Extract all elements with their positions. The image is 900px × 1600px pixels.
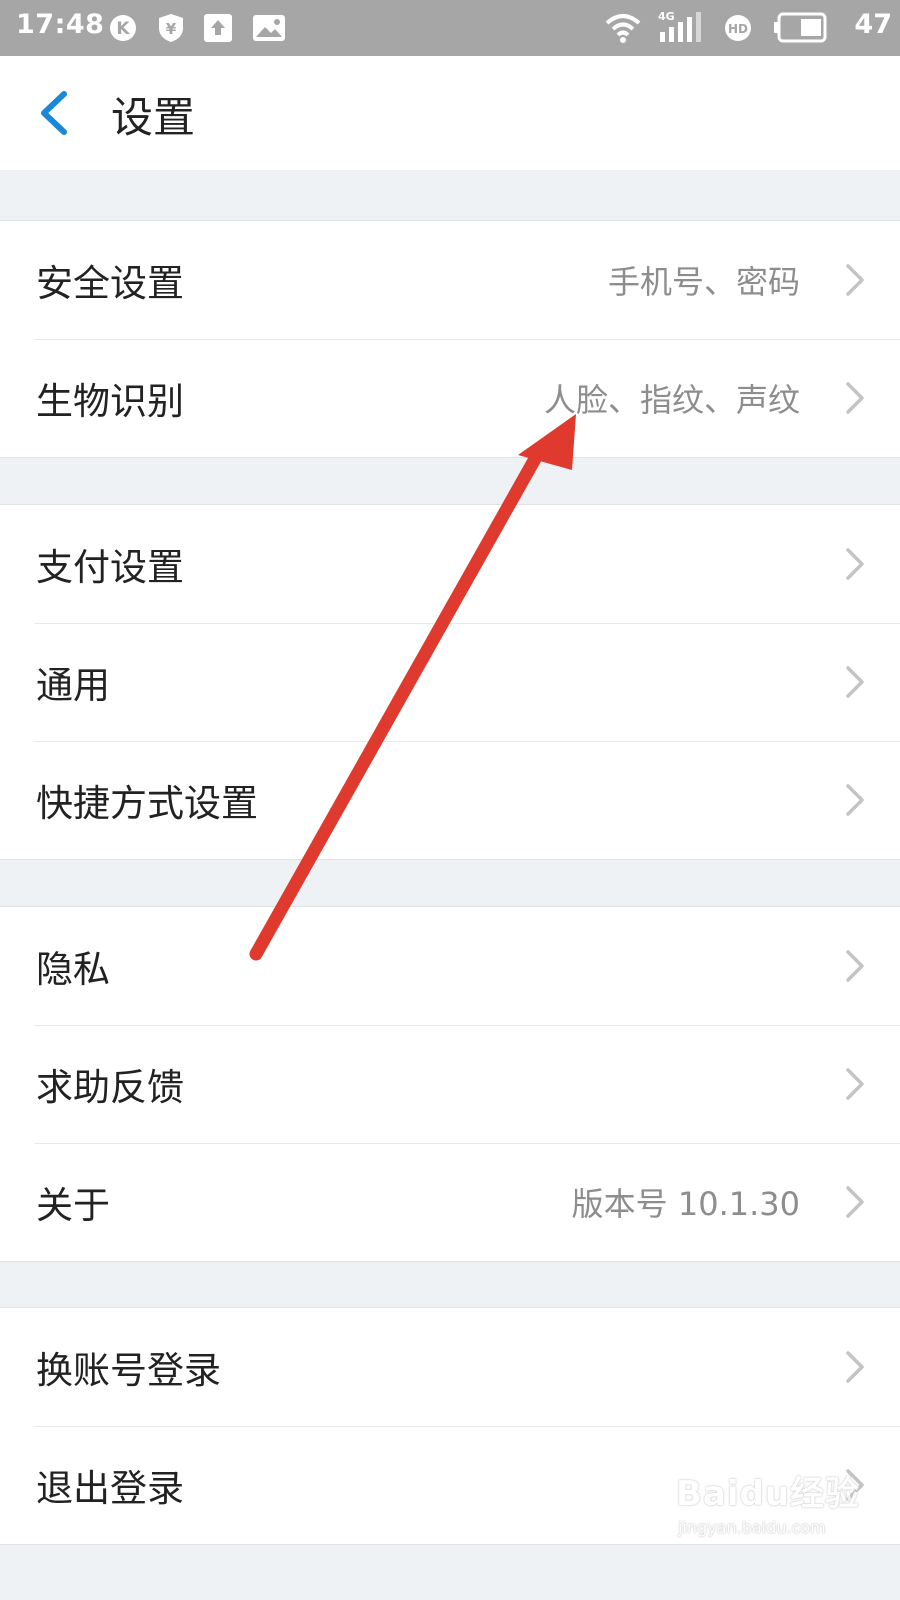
row-label: 隐私: [36, 948, 110, 991]
chevron-right-icon: [846, 1068, 864, 1100]
row-label: 关于: [36, 1184, 110, 1227]
version-value: 版本号 10.1.30: [571, 1185, 800, 1223]
battery-level: 47: [854, 9, 892, 40]
chevron-right-icon: [846, 666, 864, 698]
settings-row-general[interactable]: 通用: [0, 623, 900, 741]
chevron-right-icon: [846, 1351, 864, 1383]
watermark-text: Baidu经验: [676, 1474, 861, 1514]
settings-section-general: 支付设置 通用 快捷方式设置: [0, 504, 900, 860]
chevron-left-icon[interactable]: [32, 88, 76, 138]
status-time: 17:48: [16, 9, 105, 40]
row-label: 快捷方式设置: [36, 782, 258, 825]
row-label: 支付设置: [36, 546, 184, 589]
row-label: 通用: [36, 664, 110, 707]
settings-row-payment[interactable]: 支付设置: [0, 505, 900, 623]
row-label: 求助反馈: [36, 1066, 184, 1109]
row-value: 手机号、密码: [607, 263, 800, 301]
row-label: 生物识别: [36, 380, 184, 423]
watermark-url: jingyan.baidu.com: [678, 1518, 826, 1537]
chevron-right-icon: [846, 1186, 864, 1218]
shield-yen-icon: ¥: [159, 14, 183, 42]
svg-text:¥: ¥: [166, 20, 177, 38]
hd-icon: HD: [725, 15, 751, 41]
k-icon: K: [110, 15, 136, 41]
battery-icon: [774, 12, 827, 43]
svg-text:K: K: [116, 19, 130, 39]
image-icon: [253, 15, 285, 41]
row-label: 退出登录: [36, 1467, 184, 1510]
svg-text:HD: HD: [728, 22, 748, 36]
row-value: 人脸、指纹、声纹: [543, 381, 800, 419]
settings-section-security: 安全设置 手机号、密码 生物识别 人脸、指纹、声纹: [0, 220, 900, 458]
settings-row-shortcuts[interactable]: 快捷方式设置: [0, 741, 900, 859]
settings-row-biometrics[interactable]: 生物识别 人脸、指纹、声纹: [0, 339, 900, 457]
upload-icon: [204, 14, 232, 42]
chevron-right-icon: [846, 382, 864, 414]
baidu-watermark: Baidu经验 jingyan.baidu.com: [676, 1466, 886, 1556]
chevron-right-icon: [846, 548, 864, 580]
settings-row-privacy[interactable]: 隐私: [0, 907, 900, 1025]
settings-section-privacy: 隐私 求助反馈 关于 版本号 10.1.30: [0, 906, 900, 1262]
settings-row-feedback[interactable]: 求助反馈: [0, 1025, 900, 1143]
chevron-right-icon: [846, 784, 864, 816]
wifi-icon: [605, 14, 641, 43]
page-title: 设置: [111, 93, 196, 142]
row-label: 安全设置: [36, 262, 184, 305]
settings-row-switch-account[interactable]: 换账号登录: [0, 1308, 900, 1426]
app-header: 设置: [0, 56, 900, 170]
settings-row-about[interactable]: 关于 版本号 10.1.30: [0, 1143, 900, 1261]
status-bar: 17:48 K ¥ 4G HD 47: [0, 0, 900, 56]
signal-icon: 4G: [658, 10, 706, 44]
row-label: 换账号登录: [36, 1349, 221, 1392]
chevron-right-icon: [846, 264, 864, 296]
chevron-right-icon: [846, 950, 864, 982]
settings-row-security[interactable]: 安全设置 手机号、密码: [0, 221, 900, 339]
